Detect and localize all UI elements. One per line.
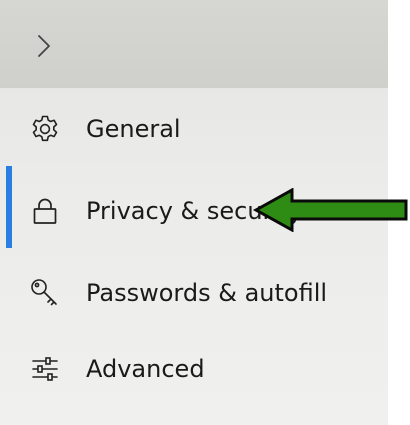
nav-item-label: Passwords & autofill <box>86 279 328 307</box>
chevron-right-icon <box>38 35 50 57</box>
nav-item-passwords-autofill[interactable]: Passwords & autofill <box>0 258 388 328</box>
nav-item-advanced[interactable]: Advanced <box>0 334 388 404</box>
expand-button[interactable] <box>28 30 60 62</box>
sidebar-header <box>0 0 388 88</box>
gear-icon <box>28 112 62 146</box>
nav-item-label: Advanced <box>86 355 205 383</box>
screenshot-frame: General Privacy & security Passwords & a… <box>0 0 410 425</box>
key-icon <box>28 276 62 310</box>
nav-item-general[interactable]: General <box>0 94 388 164</box>
lock-icon <box>28 194 62 228</box>
sliders-icon <box>28 352 62 386</box>
nav-item-label: General <box>86 115 181 143</box>
green-arrow-icon <box>252 188 408 232</box>
